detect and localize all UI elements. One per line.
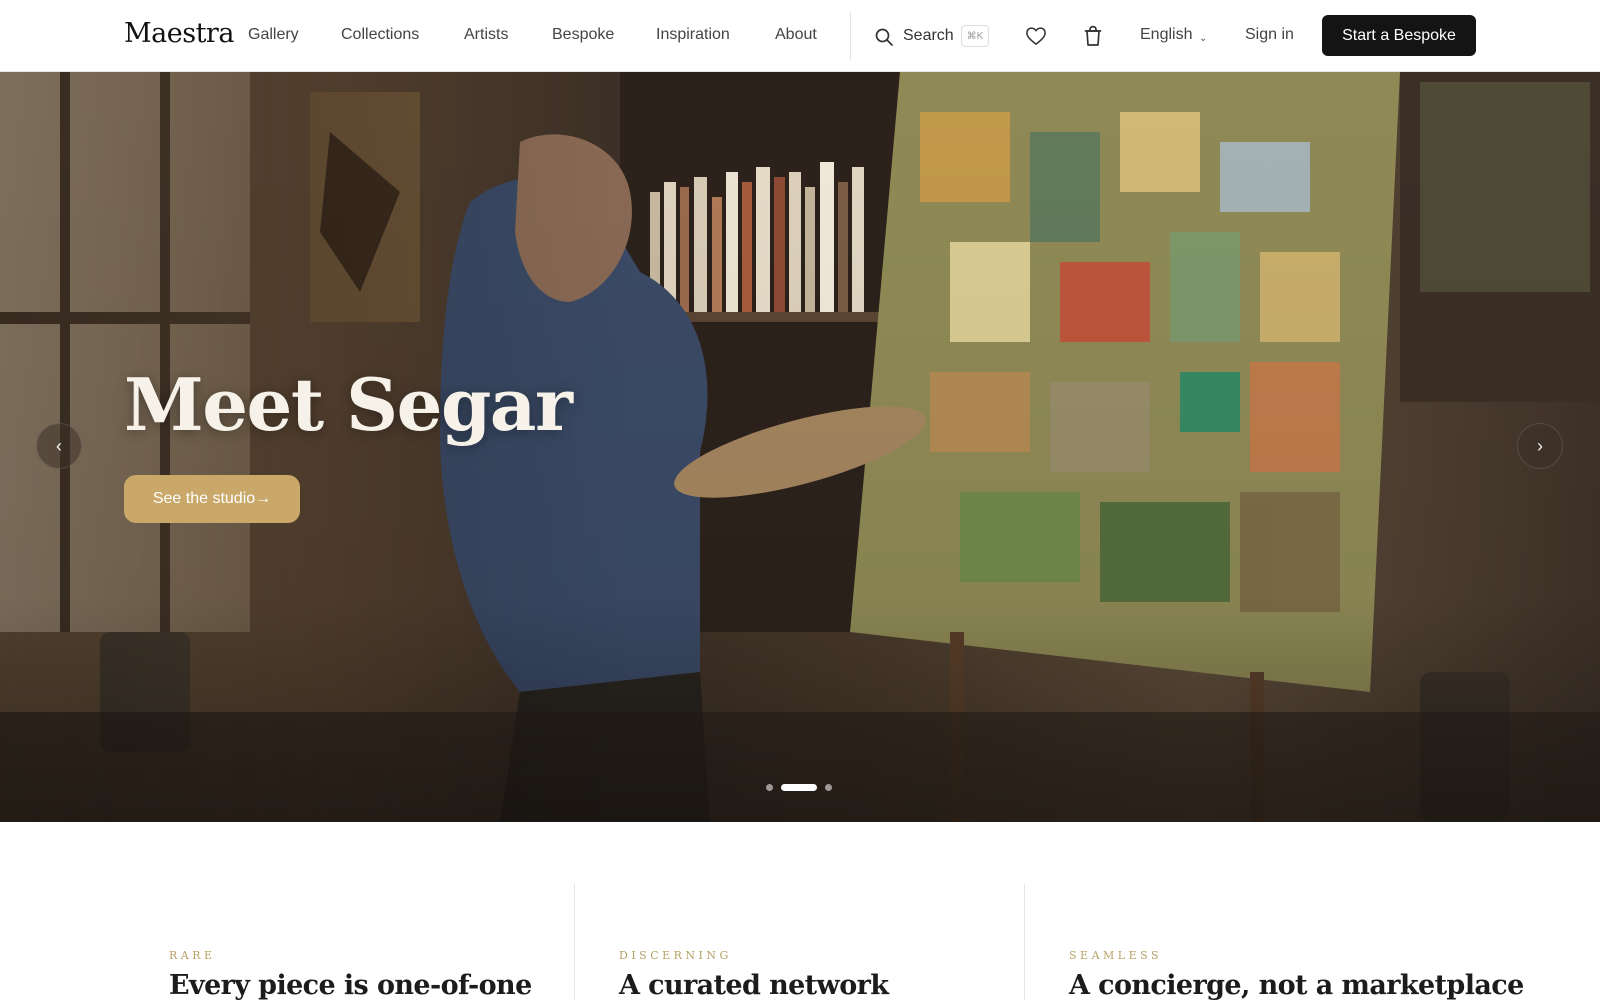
nav-divider bbox=[850, 12, 851, 60]
chevron-left-icon: ‹ bbox=[56, 435, 62, 456]
nav-bespoke[interactable]: Bespoke bbox=[552, 26, 614, 44]
language-selector[interactable]: English bbox=[1140, 26, 1192, 44]
hero-title: Meet Segar bbox=[124, 362, 573, 447]
carousel-dot-active[interactable] bbox=[781, 783, 817, 791]
chevron-right-icon: › bbox=[1537, 435, 1543, 456]
feature-eyebrow: SEAMLESS bbox=[1069, 949, 1162, 962]
search-shortcut-badge: ⌘K bbox=[961, 25, 989, 47]
shopping-bag-icon[interactable] bbox=[1083, 25, 1103, 47]
hero-image bbox=[0, 72, 1600, 822]
nav-artists[interactable]: Artists bbox=[464, 26, 508, 44]
site-header: Maestra Gallery Collections Artists Besp… bbox=[0, 0, 1600, 72]
carousel-dot[interactable] bbox=[766, 783, 773, 791]
feature-eyebrow: RARE bbox=[169, 949, 216, 962]
see-studio-button[interactable]: See the studio→ bbox=[124, 475, 300, 523]
nav-gallery[interactable]: Gallery bbox=[248, 26, 299, 44]
nav-about[interactable]: About bbox=[775, 26, 817, 44]
nav-inspiration[interactable]: Inspiration bbox=[656, 26, 730, 44]
chevron-down-icon: ⌄ bbox=[1199, 33, 1208, 44]
search-button[interactable]: Search bbox=[903, 27, 954, 45]
start-bespoke-button[interactable]: Start a Bespoke bbox=[1322, 15, 1476, 56]
carousel-next-button[interactable]: › bbox=[1517, 423, 1563, 469]
feature-title: A curated network bbox=[619, 970, 889, 1000]
feature-title: Every piece is one-of-one bbox=[169, 970, 532, 1000]
nav-collections[interactable]: Collections bbox=[341, 26, 419, 44]
carousel-dot[interactable] bbox=[825, 783, 832, 791]
heart-icon[interactable] bbox=[1025, 26, 1047, 46]
feature-divider bbox=[1024, 884, 1025, 1000]
search-icon[interactable] bbox=[874, 27, 894, 47]
feature-eyebrow: DISCERNING bbox=[619, 949, 732, 962]
carousel-prev-button[interactable]: ‹ bbox=[36, 423, 82, 469]
feature-divider bbox=[574, 884, 575, 1000]
sign-in-link[interactable]: Sign in bbox=[1245, 26, 1294, 44]
brand-logo[interactable]: Maestra bbox=[124, 18, 234, 49]
feature-title: A concierge, not a marketplace bbox=[1069, 970, 1524, 1000]
value-props: RARE Every piece is one-of-one DISCERNIN… bbox=[0, 822, 1600, 1000]
carousel-pagination bbox=[766, 783, 832, 791]
hero-carousel: Meet Segar See the studio→ ‹ › bbox=[0, 72, 1600, 822]
